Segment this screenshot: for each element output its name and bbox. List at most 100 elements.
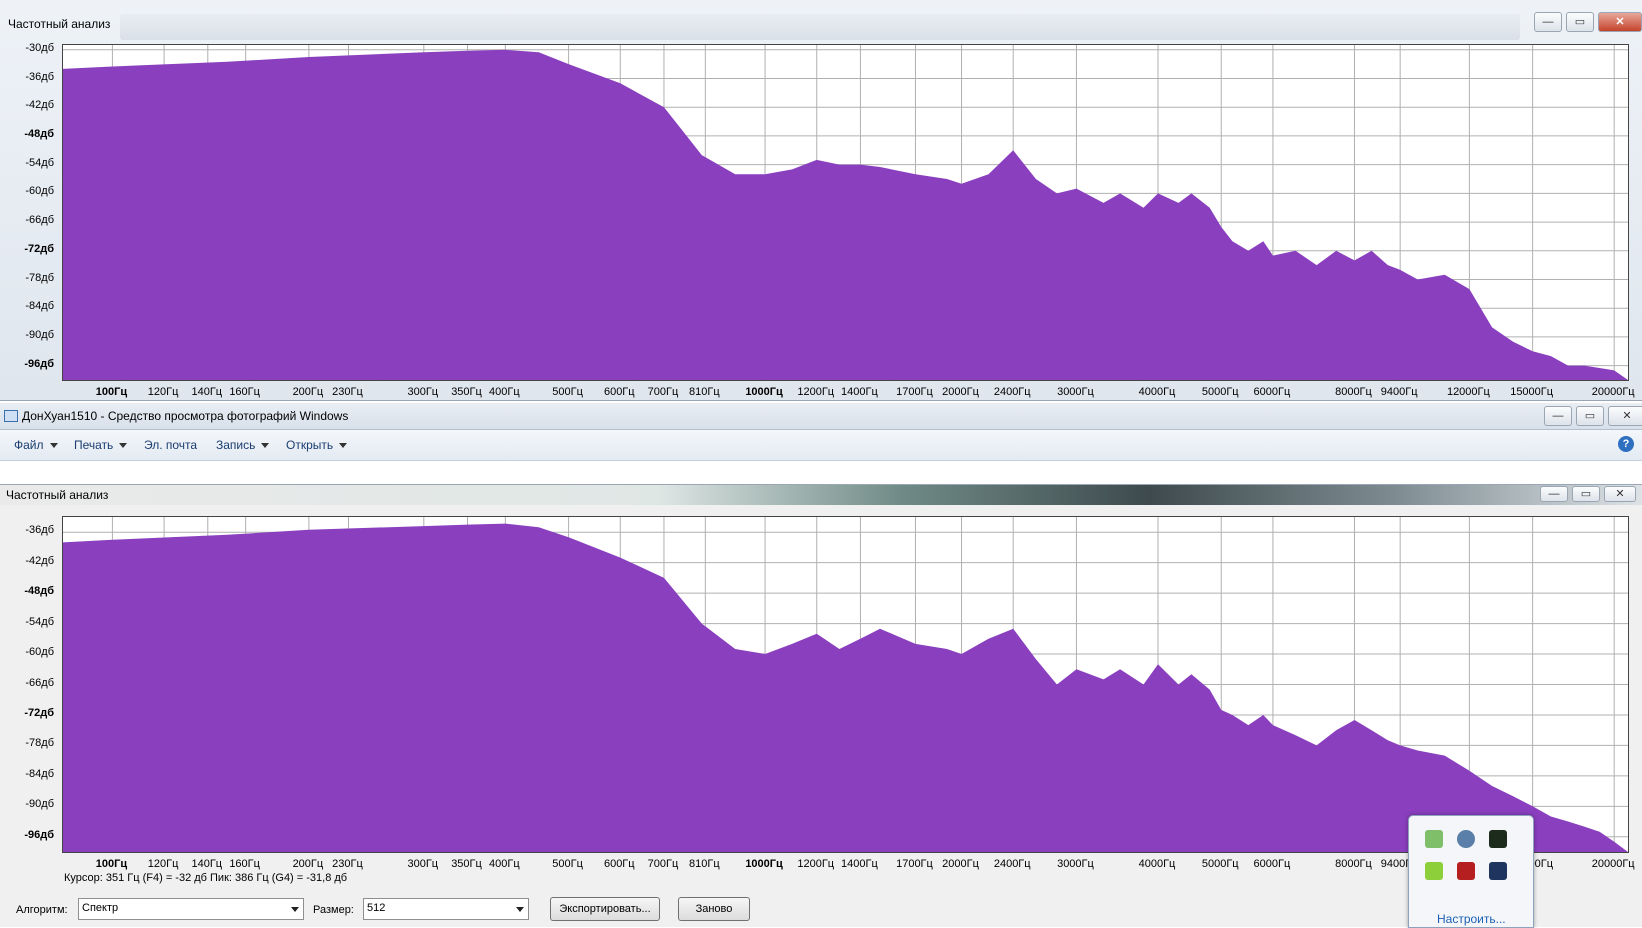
x-tick-label: 100Гц: [95, 386, 128, 398]
menu-burn[interactable]: Запись: [216, 438, 270, 452]
size-label: Размер:: [313, 904, 354, 916]
x-tick-label: 1200Гц: [797, 858, 835, 870]
close-button[interactable]: ✕: [1608, 406, 1642, 426]
maximize-button[interactable]: ▭: [1572, 486, 1600, 502]
x-tick-label: 2400Гц: [993, 386, 1031, 398]
algorithm-value: Спектр: [82, 902, 119, 914]
x-tick-label: 140Гц: [191, 858, 223, 870]
photo-viewer-menubar: Файл Печать Эл. почта Запись Открыть: [0, 430, 1642, 461]
close-button[interactable]: ✕: [1598, 12, 1642, 32]
x-tick-label: 20000Гц: [1591, 858, 1635, 870]
monitor-icon[interactable]: [1489, 830, 1507, 848]
x-tick-label: 700Гц: [647, 386, 679, 398]
pdf-icon[interactable]: [1457, 862, 1475, 880]
network-icon[interactable]: [1425, 830, 1443, 848]
minimize-button[interactable]: —: [1544, 406, 1572, 426]
x-tick-label: 6000Гц: [1253, 386, 1291, 398]
cursor-peak-readout: Курсор: 351 Гц (F4) = -32 дб Пик: 386 Гц…: [64, 872, 348, 884]
chevron-down-icon: [49, 443, 58, 449]
x-tick-label: 9400Гц: [1380, 386, 1418, 398]
y-tick-label: -30дб: [25, 41, 54, 54]
algorithm-select[interactable]: Спектр: [78, 898, 304, 920]
close-button[interactable]: ✕: [1604, 486, 1636, 502]
y-tick-label: -36дб: [25, 524, 54, 537]
x-tick-label: 1000Гц: [745, 858, 783, 870]
x-tick-label: 350Гц: [451, 386, 482, 398]
y-tick-label: -78дб: [25, 271, 54, 284]
menu-email[interactable]: Эл. почта: [144, 438, 197, 452]
top-frequency-window: Частотный анализ — ▭ ✕ -30дб -36дб -42дб -4…: [0, 0, 1642, 401]
x-tick-label: 500Гц: [552, 386, 583, 398]
plot-area[interactable]: [62, 44, 1629, 381]
menu-print[interactable]: Печать: [74, 438, 128, 452]
display-icon[interactable]: [1489, 862, 1507, 880]
x-tick-label: 4000Гц: [1138, 386, 1176, 398]
x-tick-label: 200Гц: [292, 858, 324, 870]
minimize-button[interactable]: —: [1534, 12, 1562, 32]
minimize-button[interactable]: —: [1540, 486, 1568, 502]
bottom-window-titlebar: [0, 485, 1642, 505]
leaf-icon[interactable]: [1425, 862, 1443, 880]
x-tick-label: 230Гц: [332, 386, 363, 398]
menu-open[interactable]: Открыть: [286, 438, 348, 452]
x-tick-label: 500Гц: [552, 858, 583, 870]
x-tick-label: 2400Гц: [993, 858, 1031, 870]
maximize-button[interactable]: ▭: [1566, 12, 1594, 32]
x-tick-label: 15000Гц: [1510, 386, 1554, 398]
x-tick-label: 600Гц: [603, 386, 635, 398]
maximize-button[interactable]: ▭: [1576, 406, 1604, 426]
y-tick-label: -66дб: [25, 676, 54, 689]
x-tick-label: 1400Гц: [841, 858, 878, 870]
chevron-down-icon: [339, 443, 348, 449]
menu-file[interactable]: Файл: [14, 438, 58, 452]
y-tick-label: -72дб: [24, 242, 54, 255]
x-tick-label: 230Гц: [332, 858, 363, 870]
x-tick-label: 4000Гц: [1138, 858, 1176, 870]
x-tick-label: 1700Гц: [896, 386, 933, 398]
y-tick-label: -36дб: [25, 70, 54, 83]
y-tick-label: -54дб: [25, 615, 54, 628]
plot-area[interactable]: [62, 516, 1629, 853]
x-tick-label: 12000Гц: [1446, 386, 1490, 398]
top-window-title: Частотный анализ: [8, 17, 111, 31]
configure-link[interactable]: Настроить...: [1437, 912, 1506, 926]
x-tick-label: 1200Гц: [797, 386, 835, 398]
camera-icon[interactable]: [1457, 830, 1475, 848]
x-tick-label: 100Гц: [95, 858, 128, 870]
y-tick-label: -84дб: [25, 767, 54, 780]
x-tick-label: 160Гц: [229, 386, 260, 398]
x-tick-label: 3000Гц: [1057, 858, 1094, 870]
spectrum-svg: [63, 517, 1628, 852]
bottom-window-title: Частотный анализ: [6, 488, 109, 502]
blurred-toolbar: [120, 14, 1520, 40]
x-tick-label: 2000Гц: [942, 386, 979, 398]
y-tick-label: -60дб: [25, 185, 54, 198]
y-tick-label: -90дб: [25, 798, 54, 811]
size-select[interactable]: 512: [363, 898, 529, 920]
x-tick-label: 1700Гц: [896, 858, 933, 870]
reset-button[interactable]: Заново: [678, 897, 750, 921]
y-tick-label: -90дб: [25, 328, 54, 341]
viewer-window-controls: — ▭ ✕: [1544, 406, 1642, 426]
x-tick-label: 400Гц: [489, 858, 520, 870]
x-tick-label: 810Гц: [689, 386, 720, 398]
y-tick-label: -66дб: [25, 214, 54, 227]
x-tick-label: 6000Гц: [1253, 858, 1291, 870]
spectrum-area: [63, 49, 1628, 380]
x-tick-label: 8000Гц: [1335, 858, 1372, 870]
help-icon[interactable]: ?: [1618, 436, 1634, 452]
y-tick-label: -78дб: [25, 737, 54, 750]
x-tick-label: 120Гц: [147, 858, 179, 870]
chevron-down-icon: [291, 907, 299, 912]
y-tick-label: -42дб: [25, 99, 54, 112]
x-tick-label: 400Гц: [489, 386, 520, 398]
x-tick-label: 160Гц: [229, 858, 260, 870]
chevron-down-icon: [261, 443, 270, 449]
x-tick-label: 20000Гц: [1591, 386, 1635, 398]
x-tick-label: 140Гц: [191, 386, 223, 398]
x-tick-label: 300Гц: [407, 858, 439, 870]
top-window-controls: — ▭ ✕: [1534, 12, 1642, 32]
export-button[interactable]: Экспортировать...: [550, 897, 660, 921]
x-tick-label: 5000Гц: [1201, 858, 1239, 870]
x-tick-label: 1000Гц: [745, 386, 783, 398]
